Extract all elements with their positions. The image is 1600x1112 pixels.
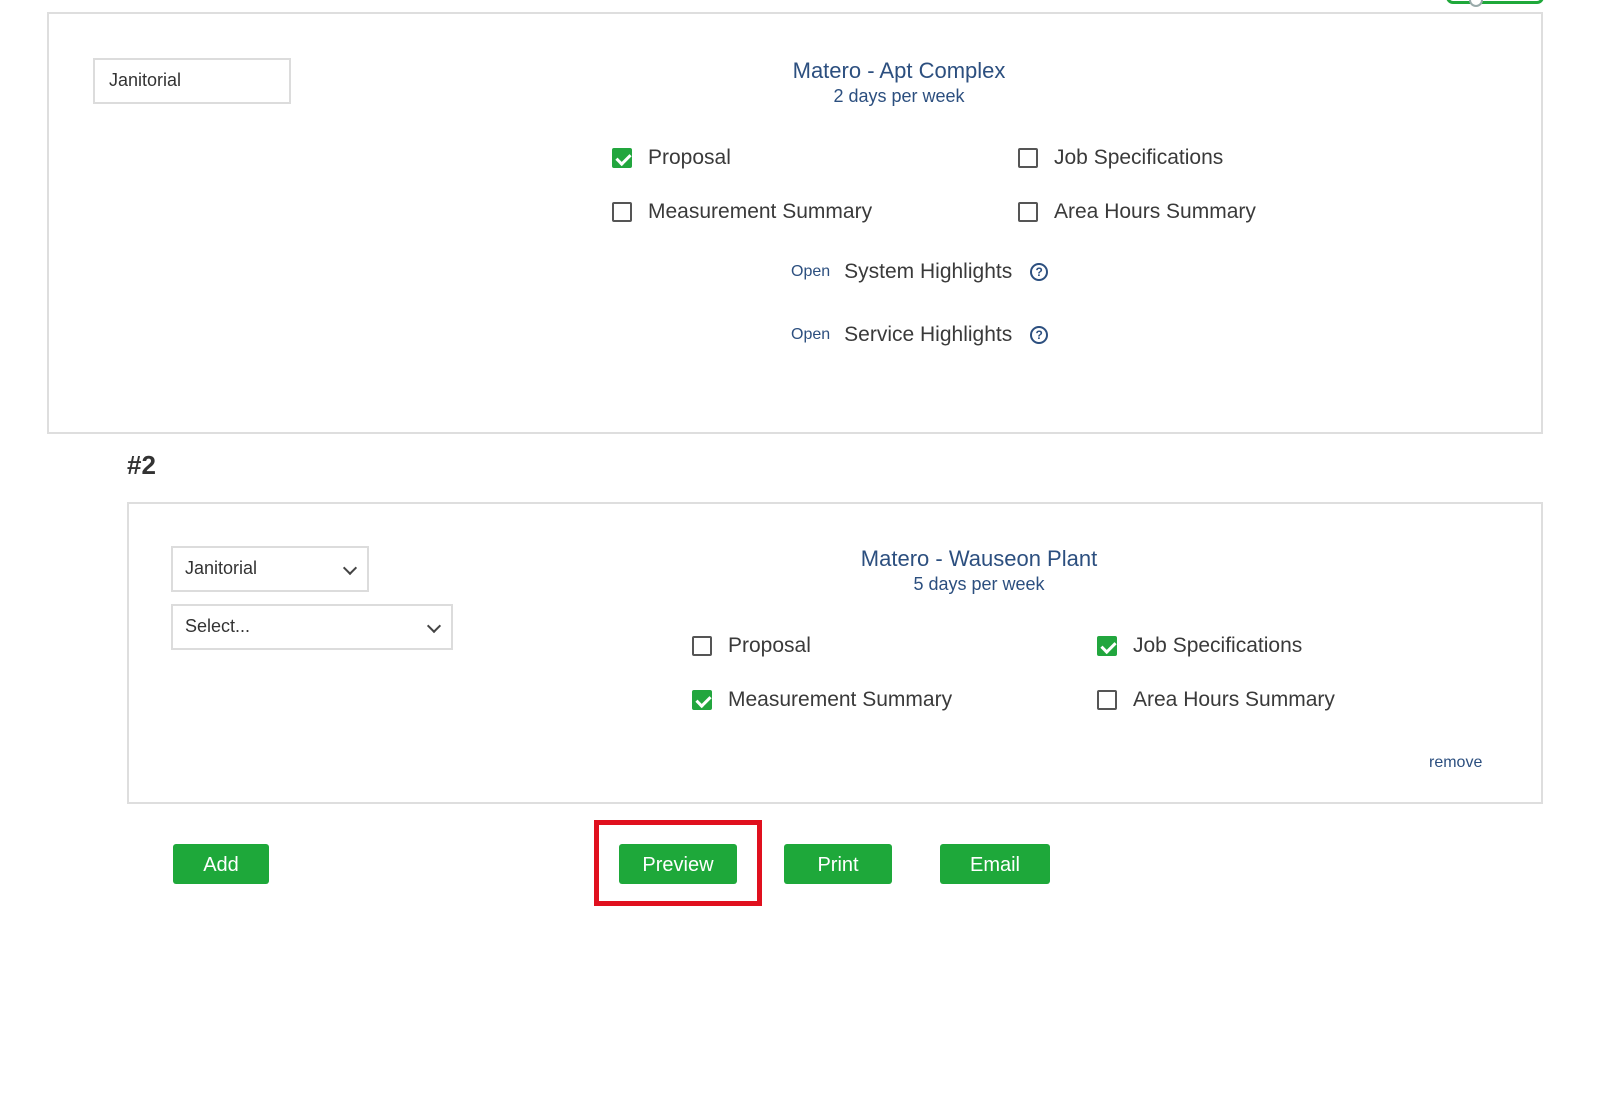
option-area-hours-summary[interactable]: Area Hours Summary [1097, 688, 1335, 712]
open-system-highlights-link[interactable]: Open [791, 263, 830, 281]
area-hours-summary-checkbox[interactable] [1097, 690, 1117, 710]
add-button[interactable]: Add [173, 844, 269, 884]
question-circle-icon[interactable]: ? [1030, 326, 1049, 344]
email-button[interactable]: Email [940, 844, 1050, 884]
job-specifications-label: Job Specifications [1133, 634, 1303, 657]
section-number: #2 [127, 450, 156, 480]
proposal-section-2: Janitorial Select... Matero - Wauseon Pl… [127, 502, 1543, 804]
question-circle-icon[interactable]: ? [1030, 263, 1049, 281]
job-specifications-checkbox[interactable] [1097, 636, 1117, 656]
measurement-summary-checkbox[interactable] [692, 690, 712, 710]
site-name-link[interactable]: Matero - Wauseon Plant [729, 546, 1229, 572]
system-highlights-row: Open System Highlights ? [791, 260, 1049, 284]
proposal-label: Proposal [728, 634, 811, 657]
measurement-summary-checkbox[interactable] [612, 202, 632, 222]
proposal-label: Proposal [648, 146, 731, 169]
service-type-field[interactable]: Janitorial [93, 58, 291, 104]
system-highlights-label: System Highlights [844, 260, 1013, 283]
site-frequency: 2 days per week [833, 86, 965, 106]
site-frequency: 5 days per week [913, 574, 1045, 594]
proposal-checkbox[interactable] [612, 148, 632, 168]
area-hours-summary-label: Area Hours Summary [1054, 200, 1256, 223]
option-job-specifications[interactable]: Job Specifications [1018, 146, 1223, 170]
service-highlights-row: Open Service Highlights ? [791, 323, 1049, 347]
option-job-specifications[interactable]: Job Specifications [1097, 634, 1302, 658]
proposal-checkbox[interactable] [692, 636, 712, 656]
preview-highlight-box [594, 820, 762, 906]
print-button[interactable]: Print [784, 844, 892, 884]
secondary-select-value: Select... [185, 616, 251, 636]
toggle-knob [1469, 0, 1483, 7]
open-service-highlights-link[interactable]: Open [791, 326, 830, 344]
measurement-summary-label: Measurement Summary [728, 688, 953, 711]
area-hours-summary-checkbox[interactable] [1018, 202, 1038, 222]
option-measurement-summary[interactable]: Measurement Summary [612, 200, 872, 224]
option-area-hours-summary[interactable]: Area Hours Summary [1018, 200, 1256, 224]
secondary-select[interactable]: Select... [171, 604, 453, 650]
service-highlights-label: Service Highlights [844, 323, 1013, 346]
job-specifications-checkbox[interactable] [1018, 148, 1038, 168]
option-proposal[interactable]: Proposal [692, 634, 811, 658]
remove-link[interactable]: remove [1429, 754, 1482, 772]
toggle-switch[interactable] [1446, 0, 1544, 7]
measurement-summary-label: Measurement Summary [648, 200, 873, 223]
job-specifications-label: Job Specifications [1054, 146, 1224, 169]
chevron-down-icon [426, 618, 442, 634]
chevron-down-icon [342, 560, 358, 576]
proposal-section-1: Janitorial Matero - Apt Complex 2 days p… [47, 12, 1543, 434]
service-type-value: Janitorial [185, 558, 258, 578]
site-name-link[interactable]: Matero - Apt Complex [649, 58, 1149, 84]
option-measurement-summary[interactable]: Measurement Summary [692, 688, 952, 712]
option-proposal[interactable]: Proposal [612, 146, 731, 170]
service-type-select[interactable]: Janitorial [171, 546, 369, 592]
area-hours-summary-label: Area Hours Summary [1133, 688, 1335, 711]
